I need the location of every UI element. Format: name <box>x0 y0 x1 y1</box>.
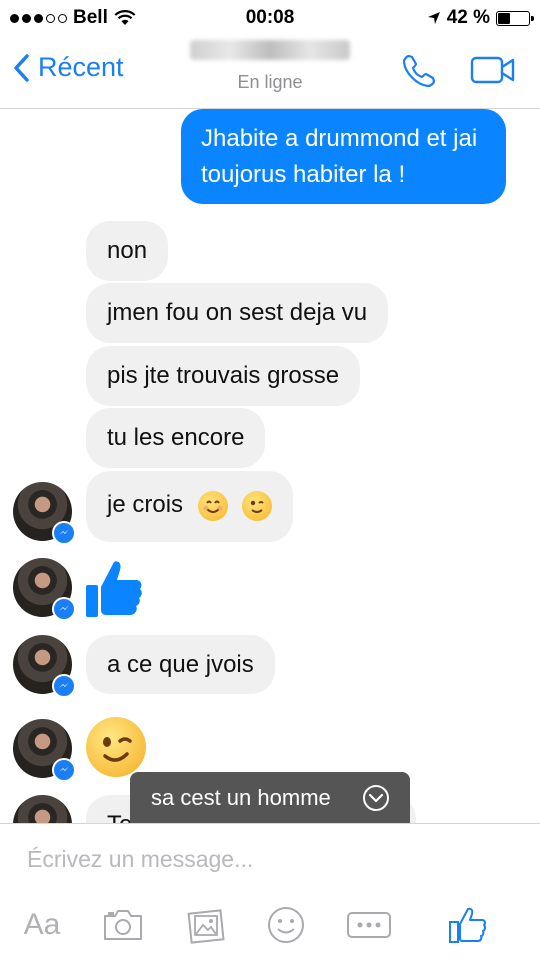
thumbs-up-icon <box>449 907 487 943</box>
smiley-icon <box>268 907 304 943</box>
status-bar: Bell 00:08 42 % <box>0 0 540 36</box>
more-options-button[interactable] <box>346 902 392 948</box>
video-camera-icon <box>470 56 515 84</box>
new-message-toast[interactable]: sa cest un homme <box>130 772 410 824</box>
like-button[interactable] <box>448 902 488 948</box>
camera-icon <box>104 910 142 940</box>
sticker-button[interactable] <box>266 902 306 948</box>
more-icon <box>347 912 391 938</box>
message-composer: Écrivez un message... Aa <box>0 823 540 961</box>
avatar[interactable] <box>13 719 76 782</box>
camera-button[interactable] <box>102 902 144 948</box>
avatar[interactable] <box>13 482 76 545</box>
gallery-button[interactable] <box>186 902 226 948</box>
message-list[interactable]: Jhabite a drummond et jai toujorus habit… <box>0 108 540 823</box>
back-button[interactable]: Récent <box>12 52 124 83</box>
photo-gallery-icon <box>187 909 225 944</box>
avatar[interactable] <box>13 795 72 823</box>
phone-icon <box>402 54 436 88</box>
battery-percentage: 42 % <box>446 7 490 28</box>
chevron-left-icon <box>14 53 29 82</box>
composer-toolbar: Aa <box>0 902 540 948</box>
avatar[interactable] <box>13 558 76 621</box>
message-input[interactable]: Écrivez un message... <box>27 846 253 873</box>
avatar[interactable] <box>13 635 76 698</box>
call-button[interactable] <box>400 52 438 95</box>
chevron-down-circle-icon <box>363 785 389 811</box>
messenger-badge-icon <box>52 674 76 698</box>
message-incoming[interactable]: tu les encore <box>86 408 266 468</box>
winking-face-icon[interactable] <box>86 717 146 777</box>
message-incoming-with-emoji[interactable]: je crois <box>86 471 294 542</box>
text-format-button[interactable]: Aa <box>20 902 64 948</box>
battery-info: 42 % <box>427 7 534 29</box>
message-incoming[interactable]: pis jte trouvais grosse <box>86 346 361 406</box>
message-outgoing[interactable]: Jhabite a drummond et jai toujorus habit… <box>181 109 506 204</box>
message-incoming[interactable]: a ce que jvois <box>86 635 275 694</box>
back-label: Récent <box>38 52 124 82</box>
messenger-badge-icon <box>52 597 76 621</box>
video-call-button[interactable] <box>470 56 516 89</box>
toast-text: sa cest un homme <box>151 785 331 810</box>
messenger-badge-icon <box>52 758 76 782</box>
message-incoming[interactable]: jmen fou on sest deja vu <box>86 283 389 343</box>
contact-name-redacted[interactable] <box>190 40 350 60</box>
message-text: je crois <box>107 491 184 518</box>
messenger-badge-icon <box>52 521 76 545</box>
message-incoming[interactable]: non <box>86 221 169 281</box>
presence-status: En ligne <box>237 72 303 92</box>
thumbs-up-icon[interactable] <box>84 558 144 620</box>
winking-face-icon <box>242 490 273 521</box>
conversation-header: Récent En ligne <box>0 36 540 109</box>
location-arrow-icon <box>427 12 440 24</box>
battery-icon <box>496 10 534 26</box>
smiling-face-icon <box>197 490 228 521</box>
